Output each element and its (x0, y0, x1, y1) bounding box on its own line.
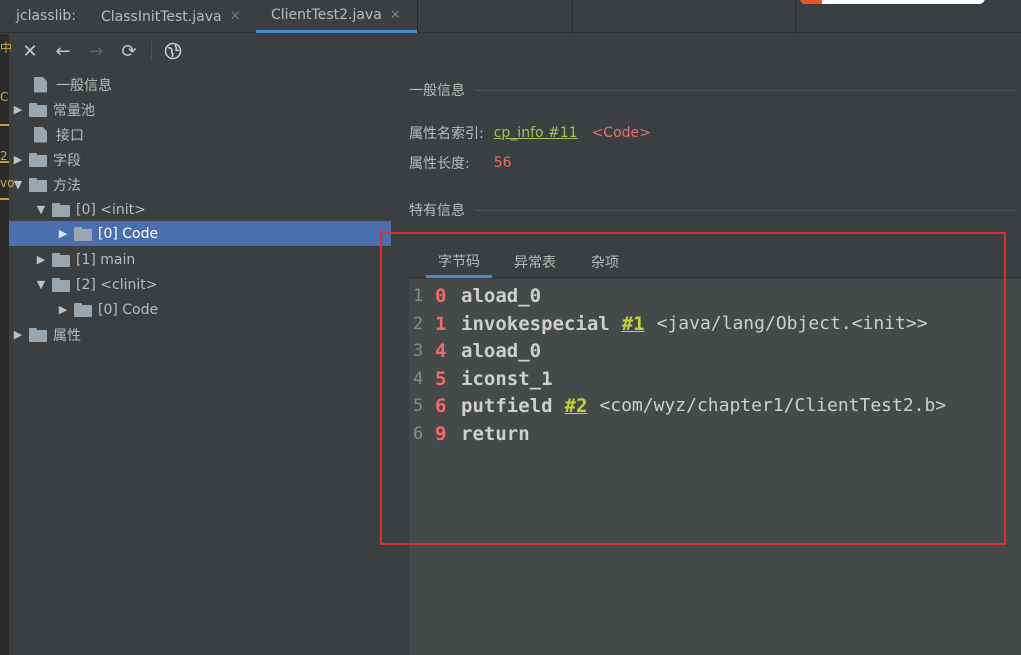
gutter-mark (0, 161, 9, 163)
refresh-icon[interactable]: ⟳ (118, 40, 140, 62)
tab-divider (795, 0, 796, 33)
field-value: 56 (493, 155, 512, 171)
tree-item-label: [2] <clinit> (76, 276, 158, 293)
tree-item-clinit-code[interactable]: ▶ [0] Code (9, 297, 391, 322)
folder-icon (74, 302, 92, 317)
gutter-mark (0, 198, 9, 200)
tree-item-fields[interactable]: ▶ 字段 (9, 147, 391, 172)
folder-icon (52, 252, 70, 267)
toolbar-divider (151, 41, 152, 61)
tree-item-label: [0] Code (98, 225, 159, 242)
back-icon[interactable]: ← (52, 40, 74, 62)
section-title: 特有信息 (409, 203, 465, 219)
tab-label: ClassInitTest.java (101, 8, 222, 25)
folder-icon (29, 102, 47, 117)
close-icon[interactable]: ✕ (19, 40, 41, 62)
forward-icon[interactable]: → (85, 40, 107, 62)
tree-item-general-info[interactable]: 一般信息 (9, 72, 391, 97)
toolbar: ✕ ← → ⟳ (9, 34, 1021, 68)
tree-item-init-code[interactable]: ▶ [0] Code (9, 221, 391, 246)
annotation-highlight-box (380, 232, 1006, 545)
tab-classinittest[interactable]: ClassInitTest.java ✕ (101, 0, 240, 33)
folder-icon (52, 202, 70, 217)
tree-item-label: 方法 (53, 177, 81, 194)
tree-item-label: 接口 (56, 127, 84, 144)
expand-arrow-icon[interactable]: ▶ (56, 303, 70, 316)
field-label: 属性长度: (409, 156, 470, 172)
cp-info-link[interactable]: cp_info #11 (494, 125, 578, 141)
expand-arrow-icon[interactable]: ▶ (11, 153, 25, 166)
folder-icon (74, 226, 92, 241)
tree-item-label: [0] <init> (76, 201, 146, 218)
tree-item-interfaces[interactable]: 接口 (9, 122, 391, 147)
gutter-fragment: C (0, 90, 9, 104)
field-label: 属性名索引: (409, 126, 484, 142)
collapse-arrow-icon[interactable]: ▼ (34, 203, 48, 216)
gutter-mark (0, 124, 9, 126)
tree-item-label: 字段 (53, 152, 81, 169)
tree-item-label: 常量池 (53, 102, 95, 119)
file-icon (34, 76, 47, 93)
close-icon[interactable]: ✕ (390, 8, 401, 23)
tree-item-constant-pool[interactable]: ▶ 常量池 (9, 97, 391, 122)
expand-arrow-icon[interactable]: ▶ (34, 253, 48, 266)
editor-tab-bar: jclasslib: ClassInitTest.java ✕ ClientTe… (0, 0, 1021, 33)
folder-icon (29, 327, 47, 342)
tab-divider (417, 0, 418, 33)
tree-item-method-main[interactable]: ▶ [1] main (9, 247, 391, 272)
left-gutter: 中 C 2 vo (0, 34, 14, 655)
tree-item-label: 一般信息 (56, 77, 112, 94)
folder-icon (29, 152, 47, 167)
field-value: <Code> (591, 125, 651, 141)
field-attribute-name-index: 属性名索引: cp_info #11 <Code> (409, 123, 651, 143)
collapse-arrow-icon[interactable]: ▼ (11, 178, 25, 191)
section-general-info: 一般信息 (409, 80, 1015, 100)
tree-item-methods[interactable]: ▼ 方法 (9, 172, 391, 197)
plugin-label: jclasslib: (16, 8, 77, 24)
class-structure-tree: 一般信息 ▶ 常量池 接口 ▶ 字段 ▼ 方法 ▼ [0] <init> ▶ [… (9, 68, 391, 655)
field-attribute-length: 属性长度: 56 (409, 153, 512, 173)
tab-divider (572, 0, 573, 33)
expand-arrow-icon[interactable]: ▶ (56, 227, 70, 240)
folder-icon (29, 177, 47, 192)
collapse-arrow-icon[interactable]: ▼ (34, 278, 48, 291)
folder-icon (52, 277, 70, 292)
tab-label: ClientTest2.java (271, 7, 382, 23)
tab-clienttest2[interactable]: ClientTest2.java ✕ (256, 0, 417, 33)
expand-arrow-icon[interactable]: ▶ (11, 103, 25, 116)
close-icon[interactable]: ✕ (230, 9, 241, 24)
tree-item-label: [0] Code (98, 301, 159, 318)
tree-item-label: 属性 (53, 327, 81, 344)
section-divider (475, 89, 1015, 91)
tree-item-method-init[interactable]: ▼ [0] <init> (9, 197, 391, 222)
expand-arrow-icon[interactable]: ▶ (11, 328, 25, 341)
tree-item-attributes[interactable]: ▶ 属性 (9, 322, 391, 347)
tree-item-label: [1] main (76, 251, 136, 268)
section-divider (475, 209, 1015, 211)
file-icon (34, 126, 47, 143)
section-title: 一般信息 (409, 83, 465, 99)
section-specific-info: 特有信息 (409, 200, 1015, 220)
globe-icon[interactable] (162, 40, 184, 62)
tree-item-method-clinit[interactable]: ▼ [2] <clinit> (9, 272, 391, 297)
overlay-badge (800, 0, 985, 4)
